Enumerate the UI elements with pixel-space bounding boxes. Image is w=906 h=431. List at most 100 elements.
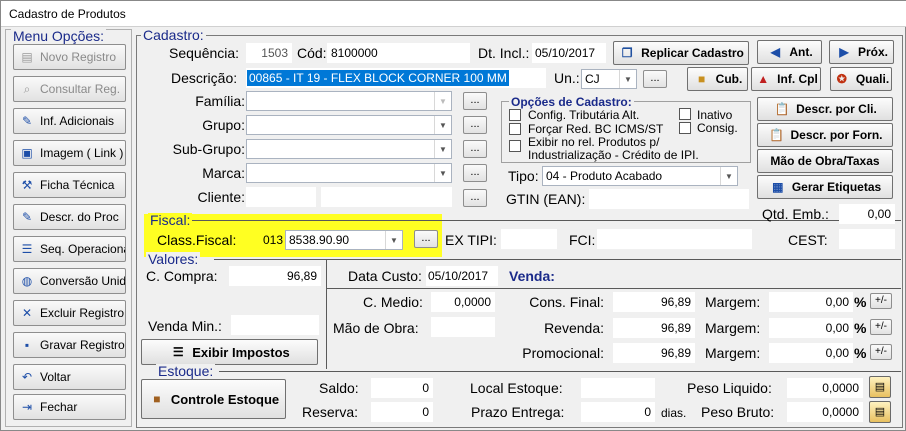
cons-final-field[interactable]: 96,89 bbox=[613, 292, 695, 312]
promocional-field[interactable]: 96,89 bbox=[613, 343, 695, 363]
tributaria-checkbox[interactable] bbox=[509, 109, 521, 121]
forcar-checkbox[interactable] bbox=[509, 123, 521, 135]
subgrupo-select[interactable]: ▼ bbox=[246, 139, 452, 159]
fci-field[interactable] bbox=[597, 229, 752, 249]
peso-liquido-calc-button[interactable]: ▤ bbox=[869, 376, 891, 398]
marca-label: Marca: bbox=[202, 165, 245, 181]
peso-bruto-label: Peso Bruto: bbox=[701, 404, 775, 420]
qtd-emb-field[interactable]: 0,00 bbox=[839, 204, 895, 224]
mao-obra-label: Mão de Obra: bbox=[333, 320, 419, 336]
menu-button-label: Ficha Técnica bbox=[40, 178, 115, 192]
grupo-lookup-button[interactable]: ... bbox=[463, 116, 487, 134]
menu-button-consultar-reg[interactable]: ⌕ Consultar Reg. bbox=[13, 76, 126, 102]
subgrupo-label: Sub-Grupo: bbox=[172, 141, 245, 157]
menu-button-inf-adicionais[interactable]: ✎ Inf. Adicionais bbox=[13, 108, 126, 134]
un-lookup-button[interactable]: ... bbox=[643, 70, 667, 88]
menu-button-voltar[interactable]: ↶ Voltar bbox=[13, 364, 126, 390]
exibir-impostos-button[interactable]: ☰ Exibir Impostos bbox=[141, 339, 318, 365]
quali-button[interactable]: ✪ Quali. bbox=[830, 67, 892, 91]
class-fiscal-lookup-button[interactable]: ... bbox=[414, 230, 438, 248]
c-compra-field[interactable]: 96,89 bbox=[229, 266, 321, 286]
replicar-label: Replicar Cadastro bbox=[641, 46, 744, 60]
un-select[interactable]: CJ ▼ bbox=[581, 69, 637, 89]
marca-select[interactable]: ▼ bbox=[246, 163, 452, 183]
marca-lookup-button[interactable]: ... bbox=[463, 164, 487, 182]
saldo-field[interactable]: 0 bbox=[371, 378, 433, 398]
subgrupo-lookup-button[interactable]: ... bbox=[463, 140, 487, 158]
familia-select[interactable]: ▼ bbox=[246, 91, 452, 111]
gerar-etiquetas-label: Gerar Etiquetas bbox=[791, 180, 882, 194]
menu-button-gravar-registro[interactable]: ▪ Gravar Registro bbox=[13, 332, 126, 358]
image-icon: ▣ bbox=[21, 146, 33, 160]
familia-label: Família: bbox=[195, 93, 245, 109]
ant-button[interactable]: ◀ Ant. bbox=[757, 40, 822, 64]
mao-obra-taxas-button[interactable]: Mão de Obra/Taxas bbox=[757, 149, 893, 173]
controle-estoque-label: Controle Estoque bbox=[170, 391, 280, 407]
tipo-select[interactable]: 04 - Produto Acabado ▼ bbox=[542, 166, 738, 186]
descr-cli-button[interactable]: 📋 Descr. por Cli. bbox=[757, 97, 893, 121]
exibir-checkbox[interactable] bbox=[509, 140, 521, 152]
grupo-select[interactable]: ▼ bbox=[246, 115, 452, 135]
prox-label: Próx. bbox=[857, 45, 888, 59]
cod-field[interactable]: 8100000 bbox=[327, 43, 470, 63]
controle-estoque-button[interactable]: ■ Controle Estoque bbox=[141, 379, 286, 419]
menu-button-novo-registro[interactable]: ▤ Novo Registro bbox=[13, 44, 126, 70]
margem-field-3[interactable]: 0,00 bbox=[769, 343, 853, 363]
class-fiscal-prefix: 013 bbox=[263, 233, 284, 247]
menu-button-descr-do-proc[interactable]: ✎ Descr. do Proc bbox=[13, 204, 126, 230]
cons-final-label: Cons. Final: bbox=[529, 294, 604, 310]
class-fiscal-select[interactable]: 8538.90.90 ▼ bbox=[285, 230, 403, 250]
arrow-right-icon: ▶ bbox=[839, 45, 849, 59]
menu-button-excluir-registro[interactable]: ✕ Excluir Registro bbox=[13, 300, 126, 326]
class-fiscal-label: Class.Fiscal: bbox=[157, 232, 237, 248]
plusminus-button-2[interactable]: +/- bbox=[870, 319, 892, 335]
consig-label: Consig. bbox=[697, 121, 738, 135]
cub-button[interactable]: ■ Cub. bbox=[687, 67, 748, 91]
exibir-impostos-label: Exibir Impostos bbox=[192, 344, 290, 360]
menu-button-imagem-link[interactable]: ▣ Imagem ( Link ) bbox=[13, 140, 126, 166]
reserva-field[interactable]: 0 bbox=[371, 402, 433, 422]
prazo-entrega-field[interactable]: 0 bbox=[581, 402, 655, 422]
descr-forn-label: Descr. por Forn. bbox=[790, 128, 883, 142]
quali-label: Quali. bbox=[855, 72, 890, 86]
mao-obra-field[interactable] bbox=[431, 317, 495, 337]
copy-doc-icon: ❐ bbox=[621, 46, 633, 60]
margem-field-2[interactable]: 0,00 bbox=[769, 318, 853, 338]
margem-label-1: Margem: bbox=[705, 294, 761, 310]
promocional-label: Promocional: bbox=[522, 345, 604, 361]
plusminus-button-3[interactable]: +/- bbox=[870, 344, 892, 360]
menu-button-seq-operacional[interactable]: ☰ Seq. Operacional bbox=[13, 236, 126, 262]
gtin-field[interactable] bbox=[589, 189, 749, 209]
menu-button-convers-o-unid[interactable]: ◍ Conversão Unid. bbox=[13, 268, 126, 294]
revenda-field[interactable]: 96,89 bbox=[613, 318, 695, 338]
peso-liquido-field[interactable]: 0,0000 bbox=[787, 378, 863, 398]
gerar-etiquetas-button[interactable]: ▦ Gerar Etiquetas bbox=[757, 175, 893, 199]
plusminus-button-1[interactable]: +/- bbox=[870, 293, 892, 309]
replicar-cadastro-button[interactable]: ❐ Replicar Cadastro bbox=[613, 41, 749, 65]
margem-label-3: Margem: bbox=[705, 345, 761, 361]
local-estoque-label: Local Estoque: bbox=[470, 380, 563, 396]
data-custo-field[interactable]: 05/10/2017 bbox=[426, 266, 498, 286]
local-estoque-field[interactable] bbox=[581, 378, 655, 398]
prox-button[interactable]: ▶ Próx. bbox=[829, 40, 894, 64]
c-medio-field[interactable]: 0,0000 bbox=[431, 292, 495, 312]
cest-field[interactable] bbox=[839, 229, 895, 249]
margem-field-1[interactable]: 0,00 bbox=[769, 292, 853, 312]
familia-lookup-button[interactable]: ... bbox=[463, 92, 487, 110]
menu-button-ficha-t-cnica[interactable]: ⚒ Ficha Técnica bbox=[13, 172, 126, 198]
inativo-checkbox[interactable] bbox=[679, 108, 691, 120]
peso-bruto-field[interactable]: 0,0000 bbox=[787, 402, 863, 422]
peso-bruto-calc-button[interactable]: ▤ bbox=[869, 401, 891, 423]
cliente-code-field[interactable] bbox=[246, 187, 316, 207]
ex-tipi-field[interactable] bbox=[501, 229, 557, 249]
dt-incl-field[interactable]: 05/10/2017 bbox=[532, 43, 606, 63]
sequencia-field[interactable]: 1503 bbox=[246, 43, 292, 63]
consig-checkbox[interactable] bbox=[679, 122, 691, 134]
venda-min-field[interactable] bbox=[231, 315, 319, 335]
cliente-lookup-button[interactable]: ... bbox=[463, 189, 487, 207]
descr-forn-button[interactable]: 📋 Descr. por Forn. bbox=[757, 123, 893, 147]
menu-button-fechar[interactable]: ⇥ Fechar bbox=[13, 394, 126, 420]
cliente-name-field[interactable] bbox=[321, 187, 452, 207]
descricao-field[interactable]: 00865 - IT 19 - FLEX BLOCK CORNER 100 MM bbox=[246, 68, 546, 88]
inf-cpl-button[interactable]: ▲ Inf. Cpl bbox=[751, 67, 821, 91]
